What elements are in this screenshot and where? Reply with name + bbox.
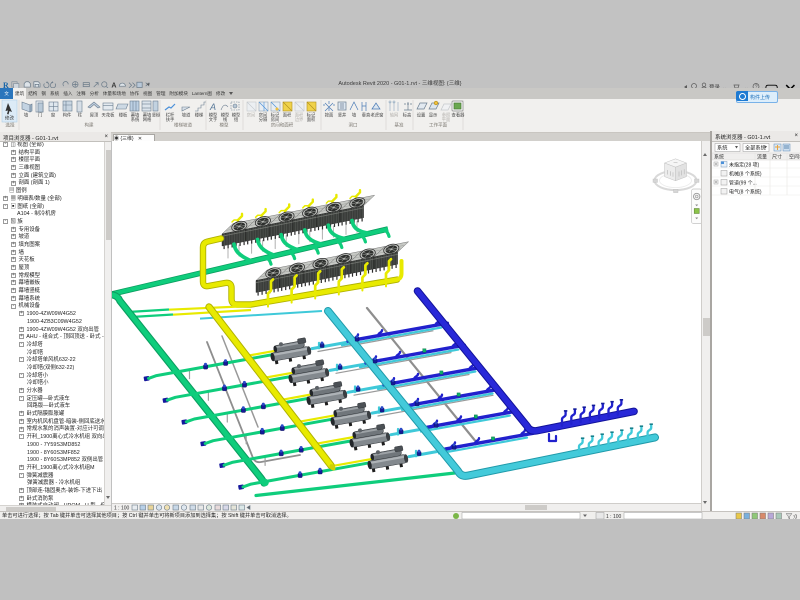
svg-text:边界: 边界: [295, 116, 304, 123]
svg-text:构件: 构件: [63, 112, 72, 119]
svg-text:房间和面积: 房间和面积: [271, 122, 294, 129]
svg-text:楼梯: 楼梯: [195, 112, 204, 119]
svg-text:面积: 面积: [283, 112, 292, 119]
svg-text:墙: 墙: [24, 112, 29, 119]
svg-text:选择: 选择: [5, 122, 15, 129]
svg-text:设置: 设置: [417, 112, 426, 119]
svg-text:尺寸: 尺寸: [772, 154, 782, 161]
svg-text:面积: 面积: [307, 116, 316, 123]
svg-text:竖梃: 竖梃: [152, 112, 161, 119]
svg-text:显示: 显示: [429, 113, 438, 118]
svg-text:系统: 系统: [714, 154, 724, 161]
svg-text:空间名: 空间名: [789, 154, 800, 161]
svg-text:竖井: 竖井: [338, 112, 347, 119]
svg-text:网格: 网格: [143, 116, 152, 123]
svg-text:坡道: 坡道: [182, 112, 191, 119]
svg-text:房间: 房间: [271, 116, 280, 123]
svg-text:楼板: 楼板: [119, 112, 128, 119]
svg-text:门: 门: [38, 112, 42, 119]
svg-text:分隔: 分隔: [259, 116, 268, 123]
svg-text:全部系统: 全部系统: [745, 144, 766, 152]
svg-text:按面: 按面: [325, 112, 334, 119]
svg-text:文字: 文字: [209, 116, 218, 123]
svg-text:模型: 模型: [220, 122, 229, 129]
svg-text:A: A: [209, 102, 216, 112]
svg-text:管道(99 个...: 管道(99 个...: [729, 180, 757, 187]
svg-text:洞口: 洞口: [349, 122, 358, 129]
svg-text:系统: 系统: [131, 116, 140, 123]
svg-text:电气(8 个系统): 电气(8 个系统): [729, 189, 762, 196]
svg-text:天花板: 天花板: [102, 112, 116, 119]
svg-text:流量: 流量: [757, 154, 767, 161]
svg-text:修改: 修改: [5, 115, 15, 122]
svg-text:线: 线: [223, 116, 228, 122]
svg-text:工作平面: 工作平面: [429, 122, 447, 129]
svg-text:轴网: 轴网: [390, 112, 399, 119]
svg-text:查看器: 查看器: [452, 112, 466, 119]
svg-text:窗: 窗: [51, 112, 55, 119]
svg-text:机械(8 个系统): 机械(8 个系统): [729, 171, 762, 178]
svg-text:柱: 柱: [78, 112, 83, 119]
svg-text:构建: 构建: [85, 122, 94, 129]
svg-text:未指定(28 项): 未指定(28 项): [729, 162, 760, 169]
svg-text:老虎窗: 老虎窗: [371, 112, 384, 119]
svg-text:组: 组: [234, 116, 239, 122]
svg-text:楼梯坡道: 楼梯坡道: [174, 122, 192, 129]
svg-text:墙: 墙: [352, 112, 357, 119]
svg-text:系统: 系统: [717, 144, 727, 152]
svg-text:扶手: 扶手: [166, 116, 175, 123]
svg-text:基准: 基准: [395, 122, 404, 129]
svg-text:房间: 房间: [247, 112, 256, 119]
svg-text:屋顶: 屋顶: [90, 113, 99, 119]
svg-text:标高: 标高: [403, 112, 412, 119]
